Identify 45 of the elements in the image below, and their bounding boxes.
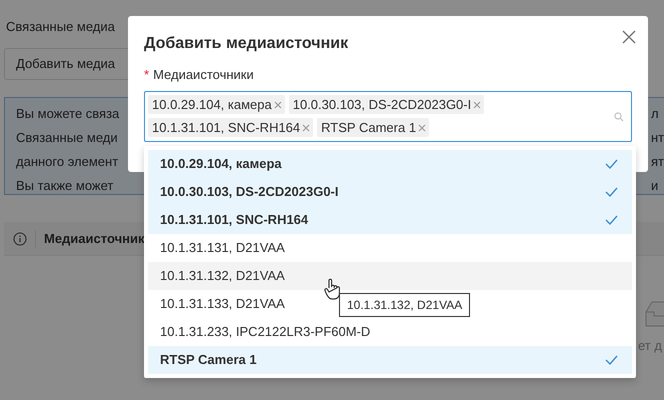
info-text: ят [651, 153, 664, 172]
option-label: 10.0.29.104, камера [160, 155, 282, 174]
required-mark: * [144, 66, 150, 84]
tooltip: 10.1.31.132, D21VAA [339, 293, 470, 317]
option-label: 10.1.31.133, D21VAA [160, 295, 285, 314]
info-text: данного элемент [15, 153, 118, 172]
option-item[interactable]: 10.1.31.101, SNC-RH164 [148, 206, 632, 234]
multi-select-field[interactable]: 10.0.29.104, камера 10.0.30.103, DS-2CD2023G0-I 10.1.31.101, SNC-RH164 RTSP Camera 1 [144, 91, 632, 142]
option-item[interactable]: 10.1.31.132, D21VAA [148, 262, 632, 290]
option-label: 10.0.30.103, DS-2CD2023G0-I [160, 183, 338, 202]
tag-label: 10.0.30.103, DS-2CD2023G0-I [292, 96, 472, 114]
dialog-title: Добавить медиаисточник [144, 34, 348, 54]
check-icon [605, 355, 618, 365]
column-header: Медиаисточник [44, 230, 144, 248]
info-icon [13, 232, 27, 246]
option-item[interactable]: 10.0.29.104, камера [148, 150, 632, 178]
check-icon [605, 215, 618, 225]
remove-icon[interactable] [302, 124, 310, 132]
option-label: RTSP Camera 1 [160, 351, 257, 370]
tag-label: RTSP Camera 1 [321, 118, 416, 137]
hand-cursor-icon [324, 278, 341, 300]
close-icon[interactable] [622, 30, 636, 44]
info-text: л [651, 105, 660, 124]
option-label: 10.1.31.131, D21VAA [160, 239, 285, 258]
search-icon [614, 112, 624, 122]
section-heading: Связанные медиа [5, 18, 116, 36]
empty-text: ет д [638, 337, 662, 355]
remove-icon[interactable] [418, 124, 426, 132]
info-text: нт [651, 129, 664, 148]
field-label: Медиаисточники [153, 66, 254, 84]
option-label: 10.1.31.101, SNC-RH164 [160, 211, 308, 230]
info-text: Вы также может [15, 177, 114, 196]
tag-label: 10.0.29.104, камера [152, 96, 272, 114]
option-item[interactable]: 10.0.30.103, DS-2CD2023G0-I [148, 178, 632, 206]
info-text: и [651, 177, 660, 196]
info-text: Связанные меди [15, 129, 118, 148]
option-label: 10.1.31.132, D21VAA [160, 267, 285, 286]
tag-label: 10.1.31.101, SNC-RH164 [152, 118, 300, 137]
check-icon [605, 187, 618, 197]
check-icon [605, 159, 618, 169]
remove-icon[interactable] [473, 100, 482, 108]
option-item[interactable]: RTSP Camera 1 [148, 346, 632, 374]
remove-icon[interactable] [274, 100, 282, 108]
option-label: 10.1.31.233, IPC2122LR3-PF60M-D [160, 323, 370, 342]
info-text: Вы можете связа [15, 105, 120, 124]
